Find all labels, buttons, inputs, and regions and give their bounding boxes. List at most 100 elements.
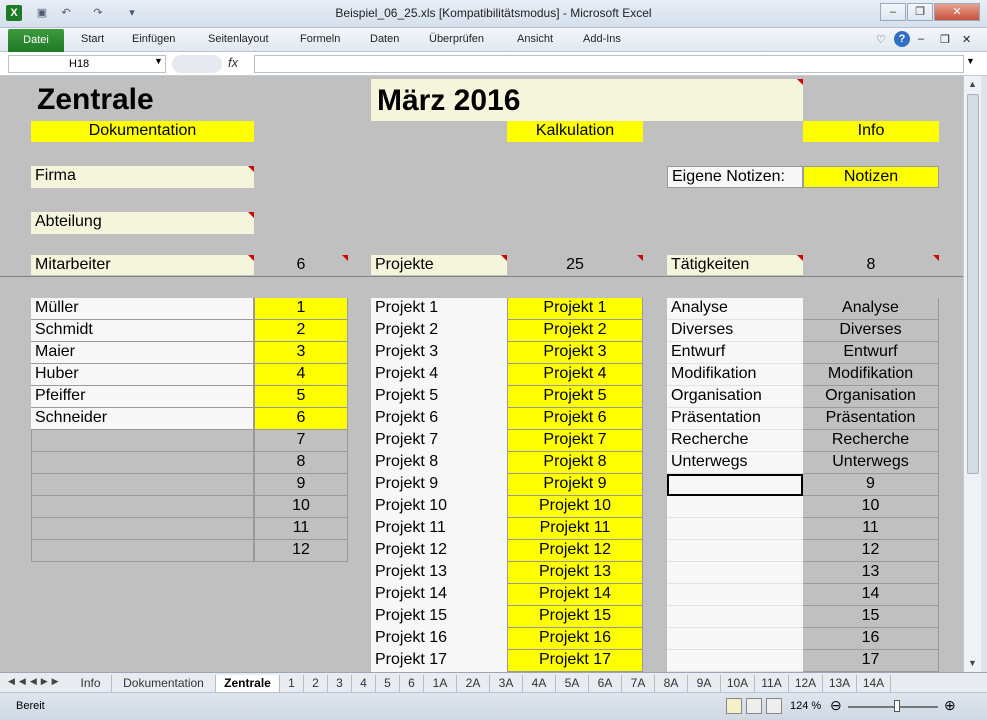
taetigkeit-label-cell[interactable]: 12 [803, 540, 939, 562]
taetigkeit-label-cell[interactable]: Recherche [803, 430, 939, 452]
projekt-button-cell[interactable]: Projekt 1 [507, 298, 643, 320]
sheet-tab[interactable]: Info [70, 675, 112, 692]
ribbon-tab-start[interactable]: Start [81, 33, 104, 45]
taetigkeit-label-cell[interactable]: 15 [803, 606, 939, 628]
taetigkeit-name-cell[interactable] [667, 584, 803, 606]
sheet-tab[interactable]: 7A [622, 675, 655, 692]
ribbon-tab-ueberpruefen[interactable]: Überprüfen [429, 33, 484, 45]
mitarbeiter-nr-cell[interactable]: 5 [254, 386, 348, 408]
sheet-tab[interactable]: Dokumentation [112, 675, 216, 692]
taetigkeit-label-cell[interactable]: Modifikation [803, 364, 939, 386]
mitarbeiter-name-cell[interactable] [31, 430, 254, 452]
mitarbeiter-nr-cell[interactable]: 9 [254, 474, 348, 496]
projekt-button-cell[interactable]: Projekt 4 [507, 364, 643, 386]
projekt-name-cell[interactable]: Projekt 15 [371, 606, 507, 628]
projekt-name-cell[interactable]: Projekt 11 [371, 518, 507, 540]
mitarbeiter-name-cell[interactable] [31, 518, 254, 540]
projekt-button-cell[interactable]: Projekt 3 [507, 342, 643, 364]
taetigkeit-name-cell[interactable] [667, 562, 803, 584]
taetigkeit-label-cell[interactable]: Entwurf [803, 342, 939, 364]
mitarbeiter-nr-cell[interactable]: 10 [254, 496, 348, 518]
taetigkeit-label-cell[interactable]: Analyse [803, 298, 939, 320]
sheet-tab[interactable]: Zentrale [216, 675, 280, 692]
kalkulation-button[interactable]: Kalkulation [507, 121, 643, 142]
ribbon-tab-einfuegen[interactable]: Einfügen [132, 33, 175, 45]
zoom-slider[interactable] [848, 706, 938, 708]
ribbon-tab-formeln[interactable]: Formeln [300, 33, 340, 45]
taetigkeit-label-cell[interactable]: 17 [803, 650, 939, 672]
projekt-name-cell[interactable]: Projekt 7 [371, 430, 507, 452]
projekt-button-cell[interactable]: Projekt 10 [507, 496, 643, 518]
file-tab[interactable]: Datei [8, 29, 64, 52]
projekt-name-cell[interactable]: Projekt 12 [371, 540, 507, 562]
mitarbeiter-name-cell[interactable] [31, 452, 254, 474]
taetigkeit-name-cell[interactable]: Entwurf [667, 342, 803, 364]
mitarbeiter-name-cell[interactable]: Schmidt [31, 320, 254, 342]
mitarbeiter-nr-cell[interactable]: 11 [254, 518, 348, 540]
taetigkeit-name-cell[interactable] [667, 606, 803, 628]
taetigkeit-name-cell[interactable]: Modifikation [667, 364, 803, 386]
scroll-up-icon[interactable]: ▲ [966, 79, 979, 89]
zoom-out-icon[interactable]: ⊖ [830, 697, 842, 714]
zoom-level[interactable]: 124 % [790, 700, 821, 712]
projekt-button-cell[interactable]: Projekt 7 [507, 430, 643, 452]
mitarbeiter-nr-cell[interactable]: 1 [254, 298, 348, 320]
taetigkeit-name-cell[interactable]: Unterwegs [667, 452, 803, 474]
vertical-scrollbar[interactable]: ▲ ▼ [963, 76, 981, 672]
abteilung-field[interactable]: Abteilung [31, 212, 254, 234]
name-box[interactable]: H18 [8, 55, 166, 73]
help-icon[interactable]: ? [894, 31, 910, 47]
mitarbeiter-name-cell[interactable] [31, 496, 254, 518]
doc-close-icon[interactable]: ✕ [962, 33, 971, 46]
projekt-name-cell[interactable]: Projekt 13 [371, 562, 507, 584]
projekt-name-cell[interactable]: Projekt 5 [371, 386, 507, 408]
projekt-button-cell[interactable]: Projekt 14 [507, 584, 643, 606]
normal-view-icon[interactable] [726, 698, 742, 714]
restore-button[interactable]: ❐ [907, 3, 933, 21]
sheet-tab[interactable]: 12A [789, 675, 823, 692]
page-layout-view-icon[interactable] [746, 698, 762, 714]
sheet-tab[interactable]: 4A [523, 675, 556, 692]
taetigkeit-label-cell[interactable]: Unterwegs [803, 452, 939, 474]
mitarbeiter-nr-cell[interactable]: 4 [254, 364, 348, 386]
info-button[interactable]: Info [803, 121, 939, 142]
firma-field[interactable]: Firma [31, 166, 254, 188]
mitarbeiter-name-cell[interactable]: Huber [31, 364, 254, 386]
projekt-name-cell[interactable]: Projekt 9 [371, 474, 507, 496]
zoom-in-icon[interactable]: ⊕ [944, 697, 956, 714]
projekt-button-cell[interactable]: Projekt 15 [507, 606, 643, 628]
expand-formula-icon[interactable]: ▼ [966, 56, 975, 66]
name-box-dropdown-icon[interactable]: ▼ [154, 56, 163, 66]
taetigkeit-name-cell[interactable] [667, 628, 803, 650]
taetigkeit-name-cell[interactable]: Diverses [667, 320, 803, 342]
projekt-name-cell[interactable]: Projekt 6 [371, 408, 507, 430]
formula-resize-handle[interactable] [172, 55, 222, 73]
sheet-tab[interactable]: 13A [823, 675, 857, 692]
projekt-button-cell[interactable]: Projekt 16 [507, 628, 643, 650]
taetigkeit-label-cell[interactable]: 11 [803, 518, 939, 540]
dokumentation-button[interactable]: Dokumentation [31, 121, 254, 142]
sheet-tab[interactable]: 1A [424, 675, 457, 692]
mitarbeiter-name-cell[interactable]: Schneider [31, 408, 254, 430]
mitarbeiter-name-cell[interactable]: Maier [31, 342, 254, 364]
projekt-button-cell[interactable]: Projekt 17 [507, 650, 643, 672]
insert-function-icon[interactable]: fx [228, 55, 238, 70]
selected-cell[interactable] [667, 474, 803, 496]
sheet-tab[interactable]: 9A [688, 675, 721, 692]
taetigkeit-label-cell[interactable]: 13 [803, 562, 939, 584]
taetigkeit-label-cell[interactable]: 16 [803, 628, 939, 650]
ribbon-tab-addins[interactable]: Add-Ins [583, 33, 621, 45]
mitarbeiter-nr-cell[interactable]: 6 [254, 408, 348, 430]
mitarbeiter-nr-cell[interactable]: 7 [254, 430, 348, 452]
ribbon-tab-ansicht[interactable]: Ansicht [517, 33, 553, 45]
tab-navigation-icons[interactable]: ◀◀◀▶▶ [8, 676, 63, 687]
taetigkeit-name-cell[interactable] [667, 496, 803, 518]
mitarbeiter-name-cell[interactable]: Müller [31, 298, 254, 320]
projekt-button-cell[interactable]: Projekt 2 [507, 320, 643, 342]
sheet-tab[interactable]: 8A [655, 675, 688, 692]
sheet-tab[interactable]: 3A [490, 675, 523, 692]
taetigkeit-name-cell[interactable] [667, 540, 803, 562]
taetigkeit-name-cell[interactable]: Präsentation [667, 408, 803, 430]
taetigkeit-name-cell[interactable]: Organisation [667, 386, 803, 408]
worksheet[interactable]: Zentrale März 2016 Dokumentation Kalkula… [0, 76, 963, 672]
